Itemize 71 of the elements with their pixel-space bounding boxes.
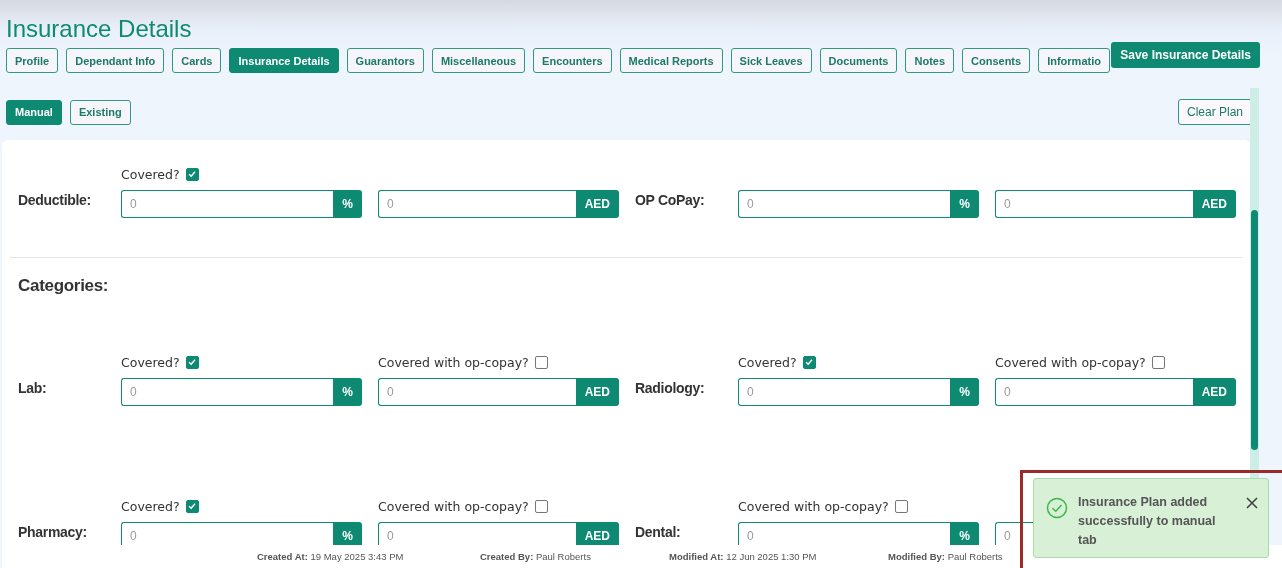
tab[interactable]: Notes	[905, 48, 955, 73]
field-label: Pharmacy:	[18, 524, 88, 542]
input-field[interactable]: 0	[995, 378, 1193, 406]
input-field[interactable]: 0	[378, 378, 576, 406]
checkbox-label: Covered?	[121, 498, 180, 514]
input-field[interactable]: 0	[378, 522, 576, 545]
tab[interactable]: Informatio	[1038, 48, 1110, 73]
tab[interactable]: Insurance Details	[229, 48, 339, 73]
input-field[interactable]: 0	[738, 190, 951, 218]
unit-label: %	[333, 522, 362, 545]
toast-message: Insurance Plan added successfully to manual tab	[1078, 494, 1217, 549]
checkbox[interactable]	[185, 355, 199, 369]
input-field[interactable]: 0	[121, 190, 334, 218]
field-label: OP CoPay:	[635, 192, 706, 210]
input-field[interactable]: 0	[995, 190, 1193, 218]
checkbox-label: Covered with op-copay?	[378, 354, 529, 370]
input-field[interactable]: 0	[121, 522, 334, 545]
checkbox-label: Covered?	[121, 354, 180, 370]
unit-label: AED	[1192, 190, 1236, 218]
unit-label: %	[950, 190, 979, 218]
audit-text: Created By: Paul Roberts	[480, 551, 592, 562]
tab[interactable]: Miscellaneous	[431, 48, 526, 73]
tab[interactable]: Encounters	[533, 48, 612, 73]
section-heading: Categories:	[18, 276, 110, 296]
checkbox[interactable]	[534, 499, 548, 513]
unit-label: %	[333, 190, 362, 218]
tab[interactable]: Guarantors	[346, 48, 424, 73]
checkbox[interactable]	[1151, 355, 1165, 369]
success-icon	[1046, 497, 1068, 519]
field-label: Radiology:	[635, 380, 706, 398]
tab[interactable]: Consents	[962, 48, 1031, 73]
tab[interactable]: Profile	[6, 48, 59, 73]
checkbox-label: Covered with op-copay?	[995, 354, 1146, 370]
plan-tab[interactable]: Existing	[69, 99, 131, 125]
unit-label: AED	[575, 378, 619, 406]
tab[interactable]: Documents	[819, 48, 898, 73]
tab[interactable]: Medical Reports	[619, 48, 723, 73]
input-field[interactable]: 0	[738, 522, 951, 545]
unit-label: %	[950, 378, 979, 406]
unit-label: %	[950, 522, 979, 545]
close-icon[interactable]	[1246, 497, 1258, 509]
audit-text: Modified At: 12 Jun 2025 1:30 PM	[669, 551, 818, 562]
input-field[interactable]: 0	[121, 378, 334, 406]
audit-text: Created At: 19 May 2025 3:43 PM	[257, 551, 405, 562]
tab[interactable]: Cards	[172, 48, 222, 73]
save-button[interactable]: Save Insurance Details	[1111, 42, 1260, 68]
unit-label: AED	[575, 190, 619, 218]
page-title: Insurance Details	[6, 14, 192, 44]
checkbox-label: Covered with op-copay?	[378, 498, 529, 514]
audit-text: Modified By: Paul Roberts	[888, 551, 1004, 562]
checkbox[interactable]	[802, 355, 816, 369]
checkbox-label: Covered with op-copay?	[738, 498, 889, 514]
checkbox[interactable]	[185, 499, 199, 513]
unit-label: AED	[575, 522, 619, 545]
input-field[interactable]: 0	[378, 190, 576, 218]
checkbox[interactable]	[534, 355, 548, 369]
field-label: Deductible:	[18, 192, 92, 210]
input-field[interactable]: 0	[738, 378, 951, 406]
tab[interactable]: Sick Leaves	[730, 48, 812, 73]
checkbox[interactable]	[185, 167, 199, 181]
scrollbar-thumb[interactable]	[1251, 210, 1258, 450]
unit-label: %	[333, 378, 362, 406]
field-label: Lab:	[18, 380, 48, 398]
checkbox[interactable]	[894, 499, 908, 513]
checkbox-label: Covered?	[121, 166, 180, 182]
checkbox-label: Covered?	[738, 354, 797, 370]
clear-plan-button[interactable]: Clear Plan	[1177, 99, 1252, 125]
tab[interactable]: Dependant Info	[66, 48, 165, 73]
unit-label: AED	[1192, 378, 1236, 406]
plan-tab[interactable]: Manual	[6, 99, 62, 125]
field-label: Dental:	[635, 524, 682, 542]
